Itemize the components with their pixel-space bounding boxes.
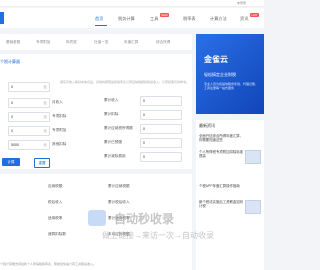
news-header: 最新资讯 xyxy=(199,123,215,128)
watermark: 自动秒收录 做上链接→来访一次→自动收录 xyxy=(88,210,248,250)
tab-basic[interactable]: 基础参数 xyxy=(6,40,20,45)
nav-home[interactable]: 首页 xyxy=(95,16,103,22)
label-rate: 适用税率 xyxy=(48,216,63,220)
special-deduction-input[interactable]: 0元 xyxy=(8,98,50,108)
label-cum-tax: 累计应纳税额 xyxy=(108,184,130,188)
label-special-deduction: 专项扣除 xyxy=(52,114,67,118)
nav-rate-table[interactable]: 税率表 xyxy=(183,16,196,22)
ad-description: 专业人员为您提供税务筹划、代理记账、工商注册等一站式服务 xyxy=(204,82,259,90)
tab-income[interactable]: 综合所得 xyxy=(156,40,170,45)
label-other-deduction: 其他扣除 xyxy=(52,142,67,146)
nav-active-indicator xyxy=(95,25,107,26)
cum-income-input[interactable]: 0 xyxy=(140,96,182,106)
special-additional-input[interactable]: 0元 xyxy=(8,112,50,122)
nav-method[interactable]: 计算方法 xyxy=(210,16,227,22)
label-cum-income: 累计收入 xyxy=(104,98,119,102)
label-cum-after-tax: 累计税后收入 xyxy=(108,200,130,204)
calculator-panel: 个税计算器 填写月收入等基本信息后，系统将按照最新税率表计算应纳税额和税后收入，… xyxy=(0,54,192,169)
calculator-tip: 填写月收入等基本信息后，系统将按照最新税率表计算应纳税额和税后收入，计算结果仅供… xyxy=(60,80,190,84)
main-nav: 首页 税务计算 工具 NEW 税率表 计算方法 资讯 HOT xyxy=(0,8,264,28)
label-cum-deduction: 累计扣除 xyxy=(104,112,119,116)
label-quick-deduction: 速算扣除数 xyxy=(48,232,66,236)
nav-tools[interactable]: 工具 xyxy=(150,16,158,22)
label-cum-expense: 累计减除费用 xyxy=(104,154,126,158)
watermark-subtitle: 做上链接→来访一次→自动收录 xyxy=(102,231,214,240)
ad-banner[interactable]: 金雀云 轻松搞定企业财税 专业人员为您提供税务筹划、代理记账、工商注册等一站式服… xyxy=(196,34,264,114)
logo[interactable] xyxy=(0,12,4,24)
label-cum-prepaid: 累计已预缴 xyxy=(104,140,122,144)
calculator-title: 个税计算器 xyxy=(0,59,20,64)
label-cum-taxable: 累计应纳税所得额 xyxy=(104,126,133,130)
watermark-logo-icon xyxy=(88,210,106,226)
tab-special[interactable]: 专项附加 xyxy=(36,40,50,45)
news-article[interactable]: 个人所得税专项附加扣除标准提高 xyxy=(199,150,245,159)
tab-bonus[interactable]: 年终奖 xyxy=(66,40,77,45)
cum-prepaid-input[interactable]: 0 xyxy=(140,138,182,148)
label-after-tax: 税后收入 xyxy=(48,200,63,204)
news-article[interactable]: 新个税法实施后工资薪金如何计税 xyxy=(199,200,245,209)
cum-expense-input[interactable]: 0 xyxy=(140,152,182,162)
login-status[interactable]: 未登录 xyxy=(237,1,246,5)
tab-social[interactable]: 社保一览 xyxy=(94,40,108,45)
top-bar: 未登录 xyxy=(0,0,264,7)
other-deduction-input[interactable]: 0元 xyxy=(8,126,50,136)
ad-brand: 金雀云 xyxy=(204,55,228,64)
nav-news[interactable]: 资讯 xyxy=(240,16,248,22)
footer-description: 个税计算器支持最新个人所得税税率表，帮助您快速计算工资税后收入。 xyxy=(0,262,97,266)
new-badge: NEW xyxy=(160,13,169,17)
calculate-button[interactable]: 计算 xyxy=(2,158,20,166)
hot-badge: HOT xyxy=(250,13,259,17)
news-article[interactable]: 个税APP年度汇算操作指南 xyxy=(199,184,245,188)
news-article[interactable]: 全面开征综合所得年度汇算，你需要知道这些 xyxy=(199,134,245,143)
cum-deduction-input[interactable]: 0 xyxy=(140,110,182,120)
label-tax-payable: 应纳税额 xyxy=(48,184,63,188)
ad-subtitle: 轻松搞定企业财税 xyxy=(204,72,236,77)
monthly-income-input[interactable]: 0元 xyxy=(8,82,50,92)
cum-taxable-input[interactable]: 0 xyxy=(140,124,182,134)
threshold-input[interactable]: 5000 元 xyxy=(8,140,50,150)
label-monthly-income: 月收入 xyxy=(52,100,63,104)
calc-tabs: 基础参数 专项附加 年终奖 社保一览 年度汇算 综合所得 xyxy=(0,34,192,50)
nav-tax-calc[interactable]: 税务计算 xyxy=(118,16,135,22)
news-thumbnail[interactable] xyxy=(245,150,261,164)
watermark-title: 自动秒收录 xyxy=(114,212,175,226)
reset-button[interactable]: 重置 xyxy=(34,158,50,168)
label-special-additional: 专项附加 xyxy=(52,128,67,132)
tab-annual[interactable]: 年度汇算 xyxy=(124,40,138,45)
